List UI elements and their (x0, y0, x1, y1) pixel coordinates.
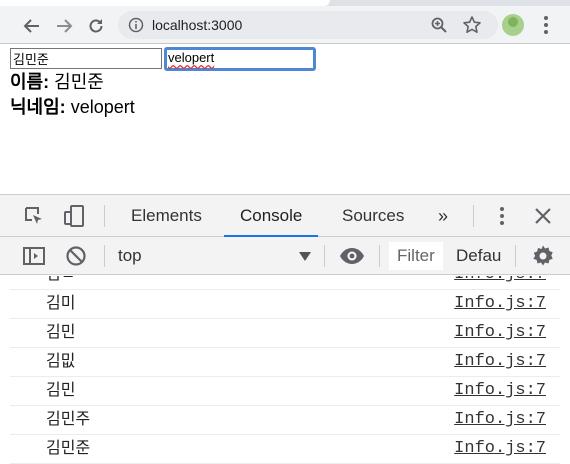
url-text[interactable]: localhost:3000 (152, 17, 242, 33)
address-bar[interactable]: localhost:3000 (118, 11, 498, 39)
gear-icon[interactable] (531, 244, 555, 268)
console-message-text: 김민 (46, 382, 76, 399)
console-messages: 김ㅁ Info.js:7 김미 Info.js:7 김민 Info.js:7 김밊 Info.… (0, 276, 570, 464)
name-input-value: 김민준 (13, 52, 49, 67)
nickname-display: 닉네임: velopert (10, 96, 135, 118)
inspect-element-icon[interactable] (22, 204, 46, 228)
more-tabs-button[interactable]: » (438, 195, 448, 237)
console-message: 김민주 Info.js:7 (10, 406, 560, 435)
tab-sources[interactable]: Sources (342, 195, 404, 237)
info-icon[interactable] (128, 17, 144, 33)
forward-arrow-icon[interactable] (52, 14, 76, 38)
console-message: 김ㅁ Info.js:7 (10, 276, 560, 290)
devtools-panel: Elements Console Sources » top Filter De… (0, 194, 570, 464)
zoom-icon[interactable] (430, 16, 448, 34)
toolbar-divider (515, 245, 516, 267)
browser-chrome: localhost:3000 (0, 0, 570, 44)
nickname-value: velopert (70, 97, 135, 117)
tab-console[interactable]: Console (223, 195, 319, 237)
console-source-link[interactable]: Info.js:7 (454, 377, 546, 405)
console-message: 김민준 Info.js:7 (10, 435, 560, 464)
toolbar-divider (104, 205, 105, 227)
toolbar-divider (473, 205, 474, 227)
toolbar-divider (324, 245, 325, 267)
console-source-link[interactable]: Info.js:7 (454, 435, 546, 463)
avatar[interactable] (502, 14, 524, 36)
filter-input[interactable]: Filter (389, 242, 443, 270)
sidebar-toggle-icon[interactable] (22, 244, 46, 268)
console-toolbar: top Filter Defau (0, 237, 570, 275)
eye-icon[interactable] (339, 244, 364, 268)
console-source-link[interactable]: Info.js:7 (454, 319, 546, 347)
device-toolbar-icon[interactable] (62, 204, 86, 228)
console-message: 김밊 Info.js:7 (10, 348, 560, 377)
devtools-menu-icon[interactable] (490, 204, 514, 228)
console-message-text: 김민준 (46, 440, 91, 457)
browser-toolbar: localhost:3000 (0, 6, 570, 44)
console-source-link[interactable]: Info.js:7 (454, 348, 546, 376)
console-source-link[interactable]: Info.js:7 (454, 276, 546, 289)
log-levels-dropdown[interactable]: Defau (456, 237, 501, 275)
console-message-text: 김미 (46, 295, 76, 312)
console-source-link[interactable]: Info.js:7 (454, 406, 546, 434)
name-value: 김민준 (54, 72, 104, 92)
nickname-input-value: velopert (168, 50, 215, 65)
page-content: 김민준 velopert 이름: 김민준 닉네임: velopert (0, 44, 570, 194)
star-icon[interactable] (462, 15, 482, 35)
nickname-input[interactable]: velopert (164, 47, 316, 71)
clear-console-icon[interactable] (64, 244, 88, 268)
close-icon[interactable] (531, 204, 555, 228)
console-message-text: 김민주 (46, 411, 91, 428)
name-label: 이름: (10, 72, 50, 92)
reload-icon[interactable] (84, 14, 108, 38)
toolbar-divider (104, 245, 105, 267)
kebab-menu-icon[interactable] (536, 14, 556, 36)
context-selector[interactable]: top (118, 237, 142, 275)
name-input[interactable]: 김민준 (10, 48, 162, 69)
console-message: 김민 Info.js:7 (10, 319, 560, 348)
toolbar-divider (379, 245, 380, 267)
back-arrow-icon[interactable] (20, 14, 44, 38)
name-display: 이름: 김민준 (10, 71, 104, 93)
devtools-tabbar: Elements Console Sources » (0, 195, 570, 237)
console-message: 김민 Info.js:7 (10, 377, 560, 406)
console-message: 김미 Info.js:7 (10, 290, 560, 319)
console-message-text: 김ㅁ (46, 276, 75, 289)
console-source-link[interactable]: Info.js:7 (454, 290, 546, 318)
console-message-text: 김밊 (46, 353, 76, 370)
tab-elements[interactable]: Elements (131, 195, 202, 237)
console-message-text: 김민 (46, 324, 76, 341)
chevron-down-icon[interactable] (299, 252, 311, 261)
nickname-label: 닉네임: (10, 97, 66, 117)
